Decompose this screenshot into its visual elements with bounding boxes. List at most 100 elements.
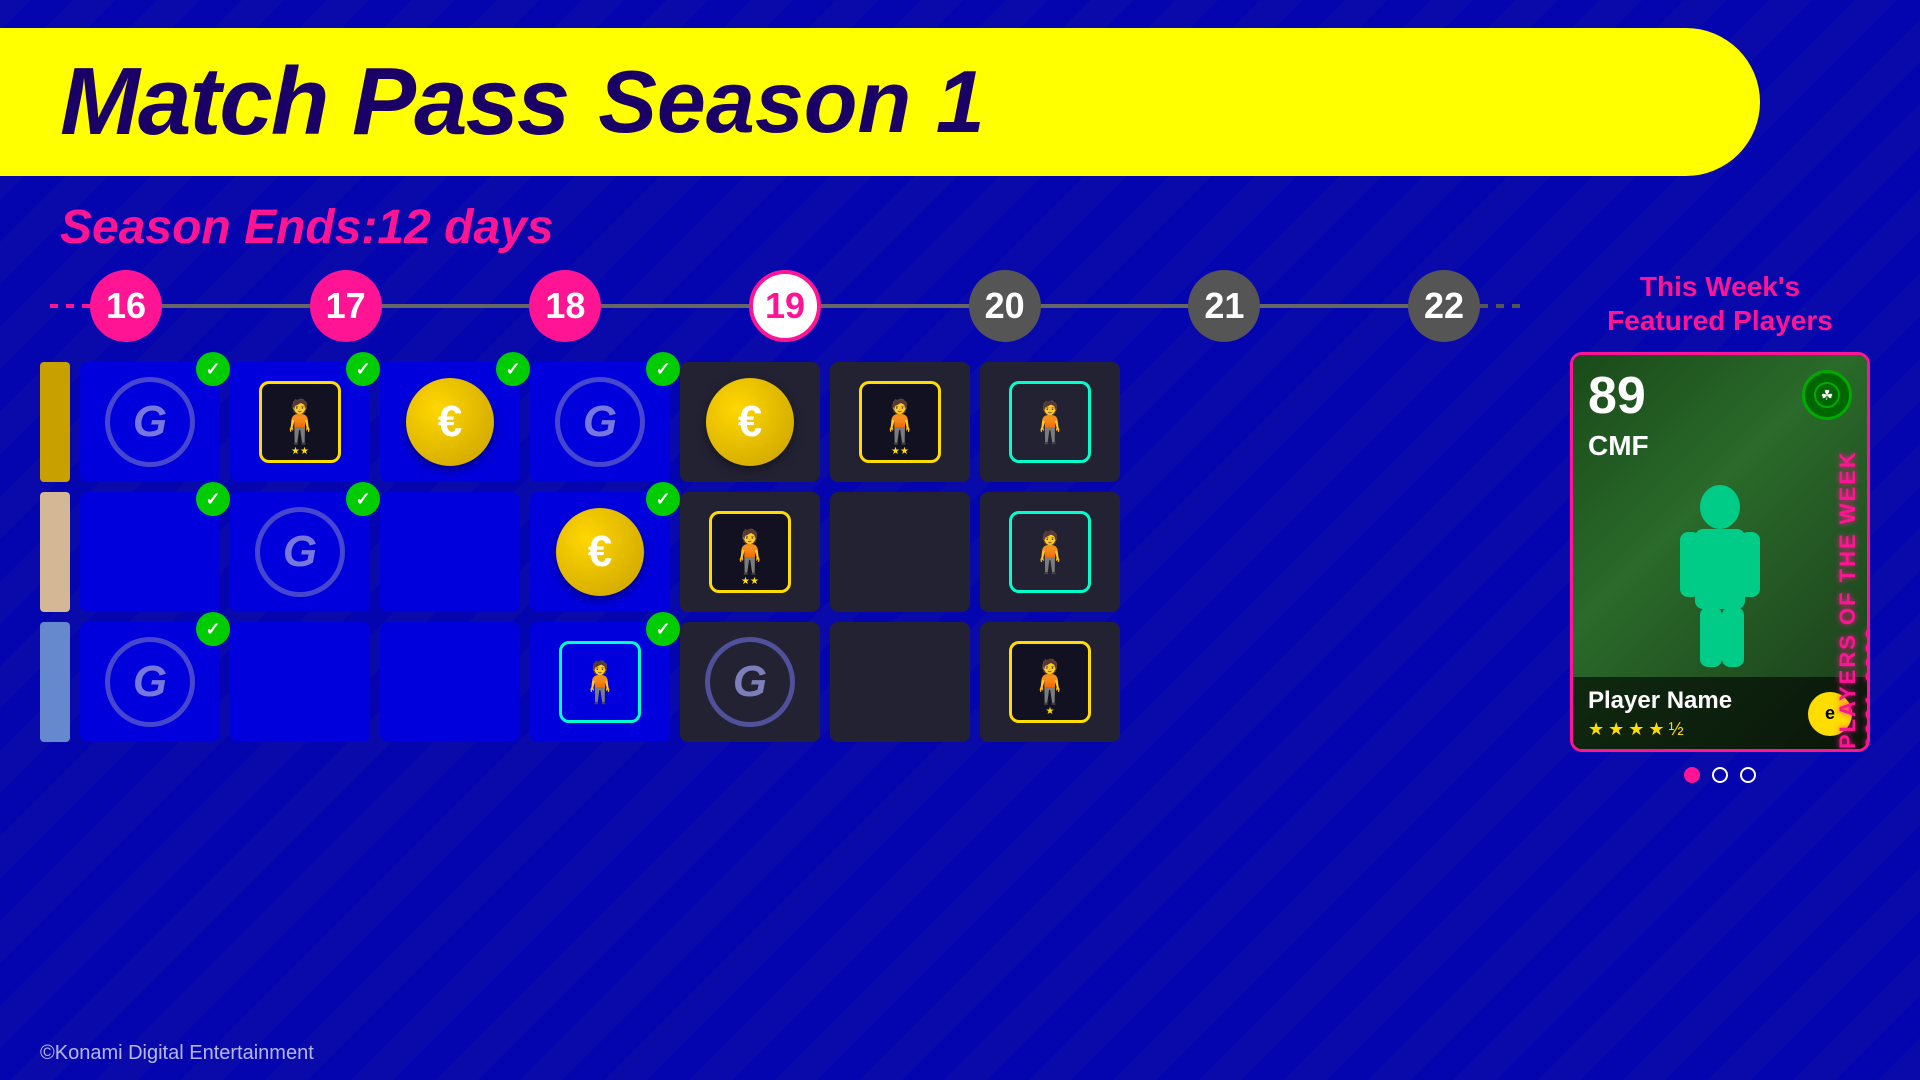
timeline-week-21: 21	[1188, 270, 1260, 342]
player-card-bg: 89 CMF ☘	[1573, 355, 1867, 749]
grid-cell-r3-20[interactable]: G	[680, 622, 820, 742]
checkmark: ✓	[646, 612, 680, 646]
tl-line-4	[821, 304, 969, 308]
player-icon: 🧍 ★★	[859, 381, 941, 463]
players-week-text: PLAYERS OF THE WEEK 2021-2022	[1835, 415, 1870, 749]
grid-row-1: ✓ G ✓ 🧍 ★★ ✓ € ✓	[40, 362, 1530, 482]
week-circle-20: 20	[969, 270, 1041, 342]
g-icon: G	[705, 637, 795, 727]
week-timeline: 16 17 18 19	[40, 270, 1530, 342]
coin-icon: €	[706, 378, 794, 466]
header-title: Match Pass	[60, 47, 568, 157]
grid-cell-r1-21[interactable]: 🧍 ★★	[830, 362, 970, 482]
timeline-dash-right	[1480, 304, 1520, 308]
player-stars: ★ ★ ★ ★ ½	[1588, 719, 1732, 740]
checkmark: ✓	[646, 482, 680, 516]
timeline-week-16: 16	[90, 270, 162, 342]
checkmark: ✓	[196, 612, 230, 646]
timeline-dash-left	[50, 304, 90, 308]
grid-cell-r1-16[interactable]: ✓ G	[80, 362, 220, 482]
g-icon: G	[555, 377, 645, 467]
timeline-week-17: 17	[310, 270, 382, 342]
player-cyan-icon: 🧍	[1009, 511, 1091, 593]
grid-cell-r3-22[interactable]: 🧍 ★	[980, 622, 1120, 742]
grid-cell-r3-17[interactable]	[230, 622, 370, 742]
grid-cell-r3-21[interactable]	[830, 622, 970, 742]
tl-line-6	[1260, 304, 1408, 308]
week-circle-21: 21	[1188, 270, 1260, 342]
checkmark: ✓	[496, 352, 530, 386]
week-circle-18: 18	[529, 270, 601, 342]
grid-cell-r1-20[interactable]: €	[680, 362, 820, 482]
grid-cell-r1-17[interactable]: ✓ 🧍 ★★	[230, 362, 370, 482]
timeline-week-18: 18	[529, 270, 601, 342]
grid-section: 16 17 18 19	[40, 270, 1530, 1040]
grid-cell-r2-16[interactable]: ✓	[80, 492, 220, 612]
grid-cell-r2-17[interactable]: ✓ G	[230, 492, 370, 612]
g-icon: G	[105, 377, 195, 467]
player-card-bottom: Player Name ★ ★ ★ ★ ½ e	[1573, 677, 1867, 750]
checkmark: ✓	[196, 482, 230, 516]
coin-icon: €	[556, 508, 644, 596]
checkmark: ✓	[346, 482, 380, 516]
tl-line-5	[1041, 304, 1189, 308]
player-icon: 🧍 ★★	[709, 511, 791, 593]
grid-cell-r3-16[interactable]: ✓ G	[80, 622, 220, 742]
season-ends-label: Season Ends:12 days	[60, 200, 554, 255]
featured-players-panel: This Week's Featured Players 89 CMF ☘	[1560, 270, 1880, 1040]
grid-cell-r1-18[interactable]: ✓ €	[380, 362, 520, 482]
coin-icon: €	[406, 378, 494, 466]
player-icon: 🧍 ★	[1009, 641, 1091, 723]
dot-3[interactable]	[1740, 767, 1756, 783]
grid-cell-r3-18[interactable]	[380, 622, 520, 742]
header-bar: Match Pass Season 1	[0, 28, 1760, 176]
row-indicator-blue	[40, 622, 70, 742]
player-cyan-icon: 🧍	[1009, 381, 1091, 463]
grid-cell-r1-19[interactable]: ✓ G	[530, 362, 670, 482]
week-circle-16: 16	[90, 270, 162, 342]
player-card-top: 89 CMF ☘	[1573, 355, 1867, 477]
player-figure	[1573, 477, 1867, 677]
week-circle-22: 22	[1408, 270, 1480, 342]
grid-cell-r2-22[interactable]: 🧍	[980, 492, 1120, 612]
g-icon: G	[255, 507, 345, 597]
grid-cell-r2-21[interactable]	[830, 492, 970, 612]
grid-cell-r3-19[interactable]: ✓ 🧍	[530, 622, 670, 742]
svg-text:e: e	[1825, 703, 1835, 723]
row-indicator-gold	[40, 362, 70, 482]
footer-copyright: ©Konami Digital Entertainment	[40, 1042, 314, 1065]
checkmark: ✓	[646, 352, 680, 386]
header-season: Season 1	[598, 51, 984, 153]
tl-line-2	[382, 304, 530, 308]
dot-2[interactable]	[1712, 767, 1728, 783]
grid-cell-r1-22[interactable]: 🧍	[980, 362, 1120, 482]
dot-1[interactable]	[1684, 767, 1700, 783]
week-circle-19: 19	[749, 270, 821, 342]
player-card[interactable]: 89 CMF ☘	[1570, 352, 1870, 752]
checkmark: ✓	[196, 352, 230, 386]
main-content: 16 17 18 19	[40, 270, 1880, 1040]
svg-text:☘: ☘	[1821, 387, 1834, 403]
week-circle-17: 17	[310, 270, 382, 342]
player-position: CMF	[1588, 430, 1649, 462]
grid-cell-r2-19[interactable]: ✓ €	[530, 492, 670, 612]
reward-grid: ✓ G ✓ 🧍 ★★ ✓ € ✓	[40, 362, 1530, 742]
tl-line-1	[162, 304, 310, 308]
player-icon: 🧍 ★★	[259, 381, 341, 463]
grid-row-2: ✓ ✓ G ✓ € 🧍 ★★	[40, 492, 1530, 612]
player-cyan-icon: 🧍	[559, 641, 641, 723]
grid-cell-r2-20[interactable]: 🧍 ★★	[680, 492, 820, 612]
tl-line-3	[601, 304, 749, 308]
timeline-week-22: 22	[1408, 270, 1480, 342]
timeline-week-19: 19	[749, 270, 821, 342]
grid-row-3: ✓ G ✓ 🧍 G	[40, 622, 1530, 742]
grid-cell-r2-18[interactable]	[380, 492, 520, 612]
player-name: Player Name	[1588, 687, 1732, 715]
g-icon: G	[105, 637, 195, 727]
timeline-week-20: 20	[969, 270, 1041, 342]
row-indicator-tan	[40, 492, 70, 612]
player-rating: 89	[1588, 370, 1649, 422]
featured-title: This Week's Featured Players	[1607, 270, 1833, 337]
carousel-dots	[1684, 767, 1756, 783]
club-badge: ☘	[1802, 370, 1852, 420]
